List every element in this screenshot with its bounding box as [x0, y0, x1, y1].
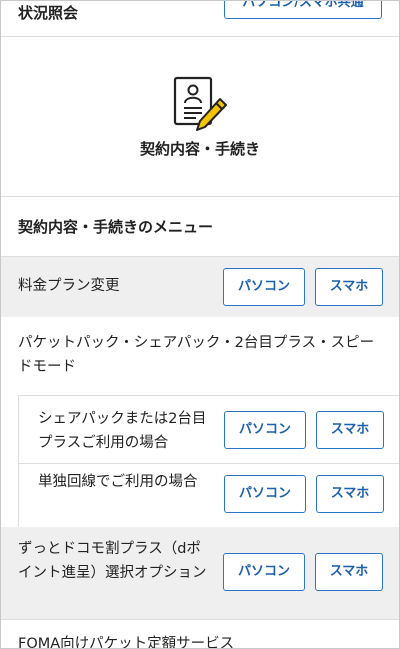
share-pack-sp-button[interactable]: スマホ	[316, 411, 384, 449]
single-line-sp-button[interactable]: スマホ	[316, 475, 384, 513]
plan-change-pc-button[interactable]: パソコン	[223, 268, 305, 306]
plan-change-sp-button[interactable]: スマホ	[315, 268, 383, 306]
single-line-row: 単独回線でご利用の場合 パソコン スマホ	[19, 463, 399, 527]
dpoint-option-sp-button[interactable]: スマホ	[315, 553, 383, 591]
single-line-label: 単独回線でご利用の場合	[38, 474, 198, 490]
menu-heading: 契約内容・手続きのメニュー	[1, 197, 399, 257]
share-pack-row: シェアパックまたは2台目プラスご利用の場合 パソコン スマホ	[19, 395, 399, 463]
contract-hero-title: 契約内容・手続き	[139, 140, 260, 158]
phone-frame: 状況照会 パソコン/スマホ共通 契約内容・手続き 契約内容・手続きのメニュー 料…	[0, 0, 400, 649]
status-inquiry-label: 状況照会	[18, 4, 79, 22]
single-line-pc-button[interactable]: パソコン	[224, 475, 306, 513]
dpoint-option-row: ずっとドコモ割プラス（dポイント進呈）選択オプション パソコン スマホ	[1, 527, 399, 619]
plan-change-label: 料金プラン変更	[18, 278, 120, 294]
foma-packet-label: FOMA向けパケット定額サービス	[18, 636, 235, 649]
dpoint-option-label: ずっとドコモ割プラス（dポイント進呈）選択オプション	[18, 541, 207, 581]
packet-pack-label: パケットパック・シェアパック・2台目プラス・スピードモード	[18, 335, 375, 375]
status-inquiry-row: 状況照会 パソコン/スマホ共通	[1, 1, 399, 37]
share-pack-pc-button[interactable]: パソコン	[224, 411, 306, 449]
foma-packet-row[interactable]: FOMA向けパケット定額サービス	[1, 619, 399, 649]
menu-heading-text: 契約内容・手続きのメニュー	[18, 218, 214, 236]
contract-hero: 契約内容・手続き	[1, 37, 399, 197]
common-pc-smartphone-button[interactable]: パソコン/スマホ共通	[224, 1, 382, 19]
packet-pack-sub-list: シェアパックまたは2台目プラスご利用の場合 パソコン スマホ 単独回線でご利用の…	[18, 395, 399, 527]
contract-document-pencil-icon	[173, 76, 227, 131]
dpoint-option-pc-button[interactable]: パソコン	[223, 553, 305, 591]
plan-change-row: 料金プラン変更 パソコン スマホ	[1, 257, 399, 317]
share-pack-label: シェアパックまたは2台目プラスご利用の場合	[38, 411, 207, 451]
packet-pack-row: パケットパック・シェアパック・2台目プラス・スピードモード	[1, 317, 399, 395]
